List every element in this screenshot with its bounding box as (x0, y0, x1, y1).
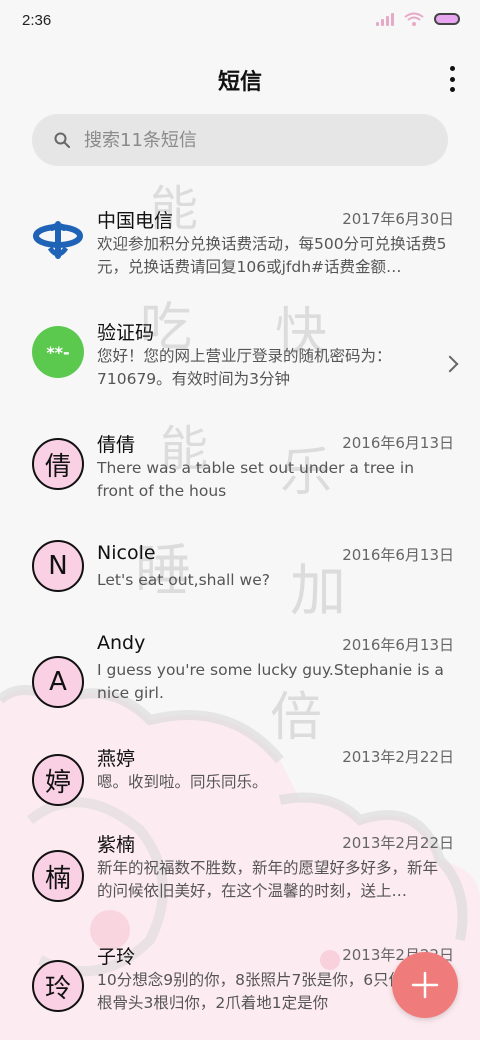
status-time: 2:36 (22, 12, 52, 29)
message-thread[interactable]: 婷 燕婷 2013年2月22日 嗯。收到啦。同乐同乐。 (0, 724, 480, 810)
message-thread[interactable]: 倩 倩倩 2016年6月13日 There was a table set ou… (0, 410, 480, 522)
contact-avatar: N (32, 540, 84, 592)
message-thread[interactable]: A Andy 2016年6月13日 I guess you're some lu… (0, 612, 480, 724)
contact-avatar: 楠 (32, 850, 84, 902)
search-input[interactable] (82, 128, 406, 152)
message-preview: There was a table set out under a tree i… (97, 459, 415, 500)
plus-icon (411, 971, 439, 999)
contact-name: 燕婷 (97, 748, 136, 770)
contact-name: 中国电信 (97, 210, 174, 232)
contact-avatar: 玲 (32, 960, 84, 1012)
search-bar[interactable] (32, 114, 448, 166)
message-preview: 新年的祝福数不胜数，新年的愿望好多好多，新年的问候依旧美好，在这个温馨的时刻，送… (97, 859, 439, 900)
search-icon (54, 132, 70, 148)
wifi-icon (404, 12, 424, 26)
verification-code-avatar: **- (32, 326, 84, 378)
contact-name: Nicole (97, 542, 156, 564)
message-date: 2016年6月13日 (342, 434, 454, 452)
message-list: 中国电信 2017年6月30日 欢迎参加积分兑换话费活动，每500分可兑换话费5… (0, 186, 480, 1034)
message-date: 2013年2月22日 (342, 748, 454, 766)
message-thread[interactable]: **- 验证码 您好！您的网上营业厅登录的随机密码为：710679。有效时间为3… (0, 298, 480, 410)
message-date: 2016年6月13日 (342, 546, 454, 564)
app-header: 短信 (0, 52, 480, 106)
contact-avatar: 婷 (32, 754, 84, 806)
message-thread[interactable]: N Nicole 2016年6月13日 Let's eat out,shall … (0, 522, 480, 612)
message-preview: 嗯。收到啦。同乐同乐。 (97, 773, 268, 791)
contact-avatar: A (32, 656, 84, 708)
contact-avatar: 倩 (32, 438, 84, 490)
status-icons (376, 12, 460, 26)
more-options-icon[interactable] (446, 66, 458, 92)
message-preview: I guess you're some lucky guy.Stephanie … (97, 661, 444, 702)
message-date: 2017年6月30日 (342, 210, 454, 228)
message-preview: 欢迎参加积分兑换话费活动，每500分可兑换话费5元，兑换话费请回复106或jfd… (97, 235, 447, 276)
battery-icon (434, 13, 460, 25)
message-date: 2013年2月22日 (342, 834, 454, 852)
contact-name: 验证码 (97, 322, 155, 344)
status-bar: 2:36 (0, 0, 480, 44)
contact-name: Andy (97, 632, 146, 654)
signal-icon (376, 12, 394, 26)
contact-name: 子玲 (97, 946, 136, 968)
message-thread[interactable]: 楠 紫楠 2013年2月22日 新年的祝福数不胜数，新年的愿望好多好多，新年的问… (0, 810, 480, 922)
new-message-button[interactable] (392, 952, 458, 1018)
contact-name: 紫楠 (97, 834, 136, 856)
message-date: 2016年6月13日 (342, 636, 454, 654)
message-preview: 您好！您的网上营业厅登录的随机密码为：710679。有效时间为3分钟 (97, 347, 392, 388)
message-preview: Let's eat out,shall we? (97, 571, 270, 589)
message-thread[interactable]: 中国电信 2017年6月30日 欢迎参加积分兑换话费活动，每500分可兑换话费5… (0, 186, 480, 298)
china-telecom-logo-icon (32, 214, 84, 266)
page-title: 短信 (217, 70, 262, 95)
contact-name: 倩倩 (97, 434, 136, 456)
